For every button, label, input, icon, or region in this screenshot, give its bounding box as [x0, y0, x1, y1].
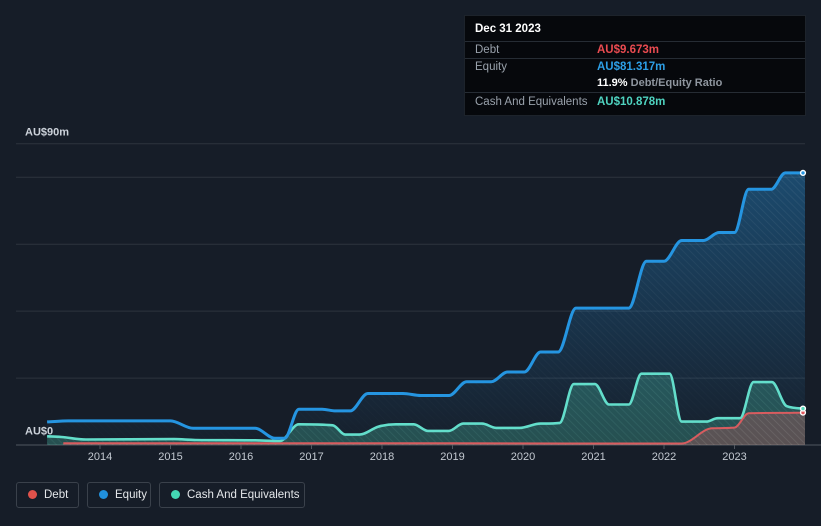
svg-text:2018: 2018: [370, 451, 394, 463]
svg-text:2014: 2014: [88, 451, 112, 463]
svg-text:2022: 2022: [652, 451, 676, 463]
svg-text:2023: 2023: [722, 451, 746, 463]
svg-text:AU$90m: AU$90m: [25, 127, 69, 139]
svg-text:AU$0: AU$0: [25, 426, 53, 438]
svg-text:2016: 2016: [229, 451, 253, 463]
svg-text:2019: 2019: [440, 451, 464, 463]
svg-text:2015: 2015: [158, 451, 182, 463]
svg-text:2017: 2017: [299, 451, 323, 463]
svg-text:2021: 2021: [581, 451, 605, 463]
svg-text:2020: 2020: [511, 451, 535, 463]
